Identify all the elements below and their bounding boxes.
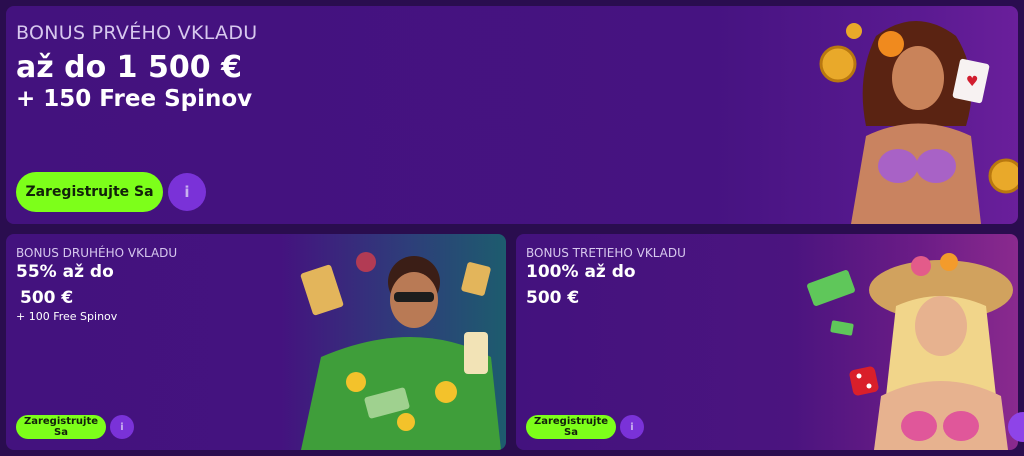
info-icon[interactable]: i (620, 415, 644, 439)
bonus-title: BONUS PRVÉHO VKLADU (16, 22, 258, 44)
third-deposit-bonus-card[interactable]: BONUS TRETIEHO VKLADU 100% až do 500 € Z… (516, 234, 1018, 450)
register-button[interactable]: Zaregistrujte Sa (16, 172, 163, 212)
bonus-amount: 500 € (20, 288, 74, 308)
bonus-title: BONUS DRUHÉHO VKLADU (16, 246, 178, 260)
coin-illustration (988, 158, 1018, 194)
bonus-percent: 100% až do (526, 262, 636, 282)
dice-illustration (849, 366, 879, 396)
bonus-amount: až do 1 500 € (16, 50, 242, 85)
register-button[interactable]: Zaregistrujte Sa (16, 415, 106, 439)
first-deposit-bonus-card[interactable]: BONUS PRVÉHO VKLADU až do 1 500 € + 150 … (6, 6, 1018, 224)
coin-illustration (819, 45, 857, 83)
poker-chip-illustration (356, 252, 376, 272)
playing-card-illustration (300, 264, 344, 316)
cash-illustration (807, 270, 855, 306)
playing-card-illustration (461, 262, 491, 296)
flower-illustration (878, 31, 904, 57)
bonus-amount: 500 € (526, 288, 580, 308)
casino-man-illustration (300, 252, 501, 450)
cash-illustration (830, 320, 854, 336)
bonus-percent: 55% až do (16, 262, 114, 282)
second-deposit-bonus-card[interactable]: BONUS DRUHÉHO VKLADU 55% až do 500 € + 1… (6, 234, 506, 450)
bonus-title: BONUS TRETIEHO VKLADU (526, 246, 686, 260)
info-icon[interactable]: i (110, 415, 134, 439)
info-icon[interactable]: i (168, 173, 206, 211)
svg-text:♥: ♥ (966, 74, 979, 90)
cocktail-illustration (464, 332, 488, 374)
bonus-free-spins: + 100 Free Spinov (16, 310, 118, 323)
coin-illustration (846, 23, 862, 39)
casino-woman-hat-illustration (807, 253, 1013, 450)
bonus-free-spins: + 150 Free Spinov (16, 86, 253, 112)
casino-woman-illustration: ♥ (819, 21, 1018, 224)
register-button[interactable]: Zaregistrujte Sa (526, 415, 616, 439)
